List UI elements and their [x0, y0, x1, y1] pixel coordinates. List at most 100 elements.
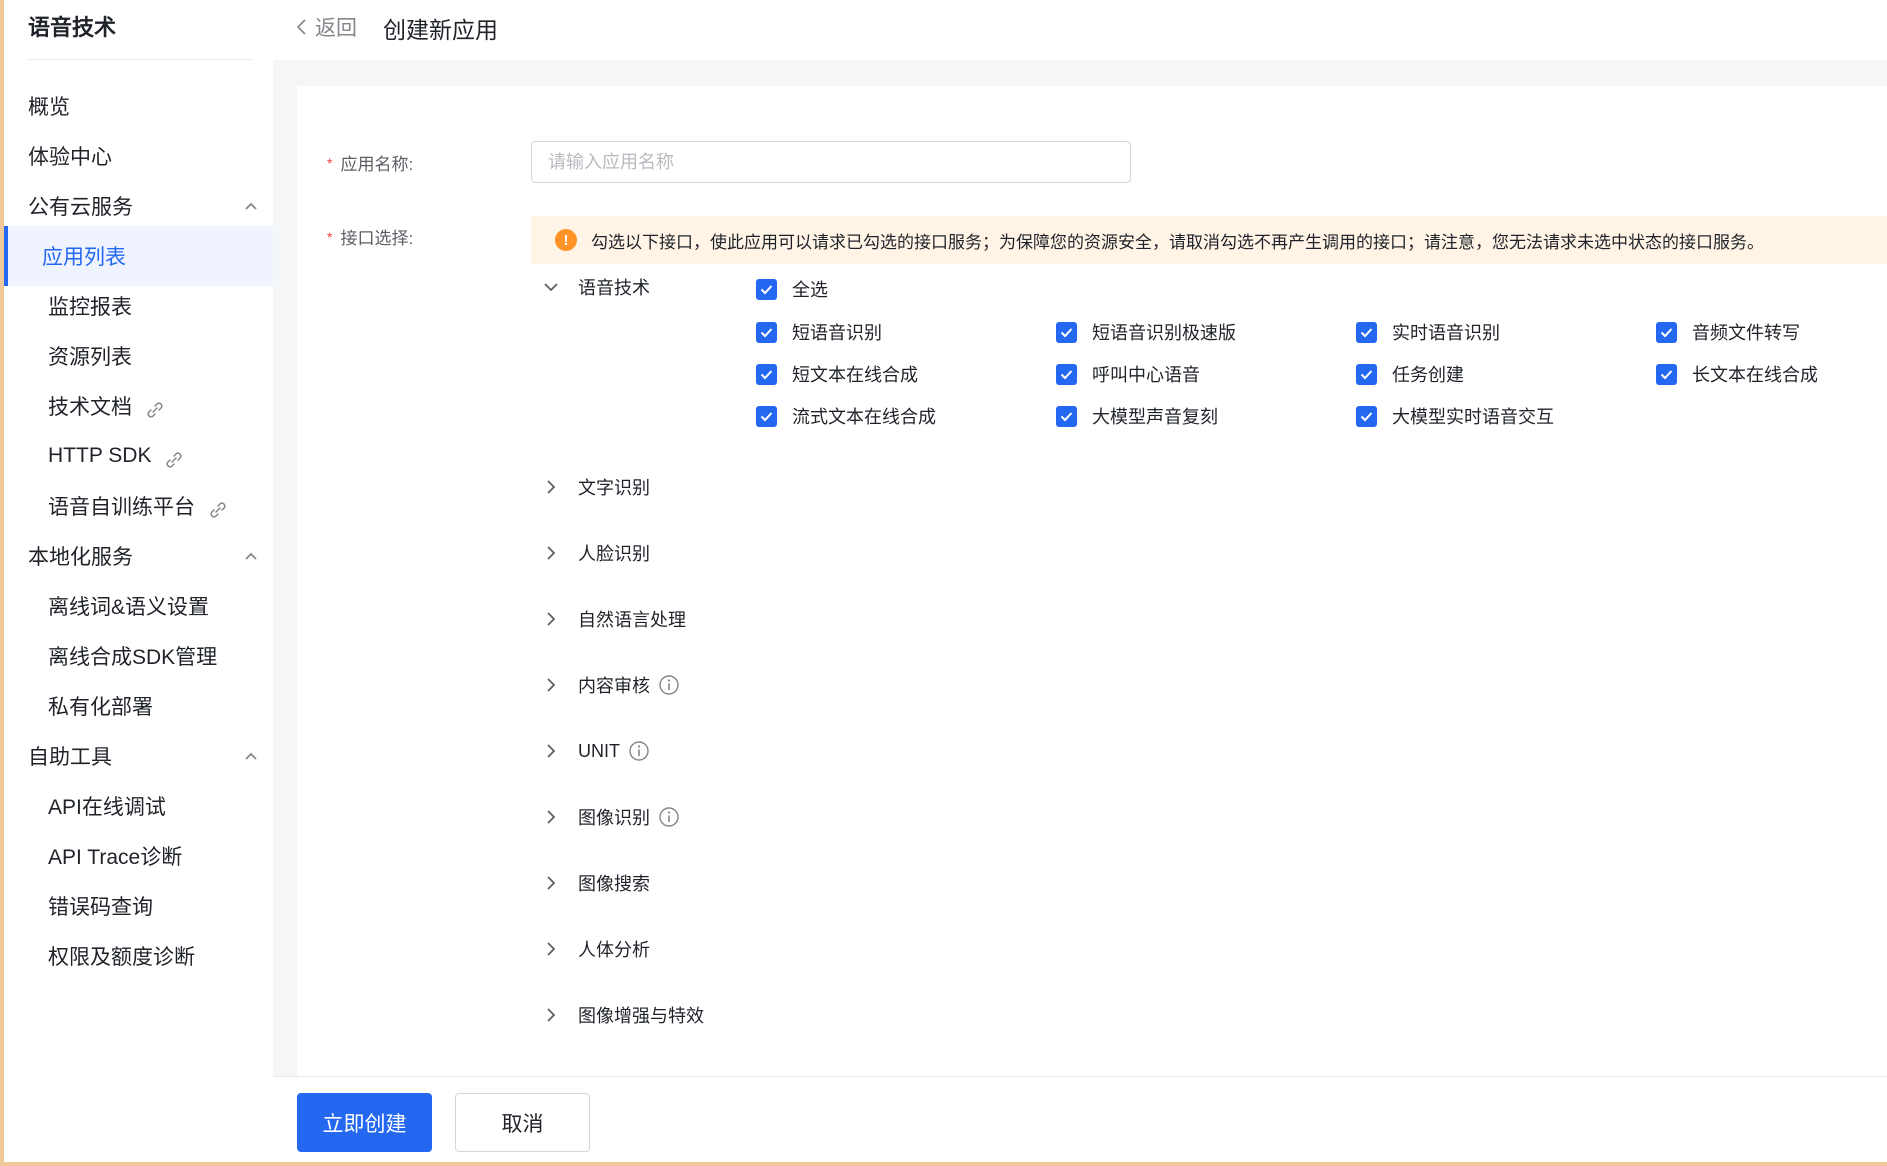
api-group-label: 内容审核: [578, 676, 650, 696]
back-link[interactable]: 返回: [295, 12, 357, 42]
api-checkbox[interactable]: 流式文本在线合成: [756, 403, 936, 429]
sidebar-item-label: 语音自训练平台: [48, 496, 195, 519]
api-group-label: 图像增强与特效: [578, 1006, 704, 1026]
checkbox-checked-icon: [1056, 321, 1077, 343]
sidebar-item-label: 私有化部署: [48, 696, 153, 719]
cancel-button[interactable]: 取消: [455, 1093, 590, 1152]
checkbox-checked-icon: [756, 405, 777, 427]
chevron-up-icon: [245, 752, 257, 760]
chevron-right-icon: [547, 612, 556, 626]
checkbox-checked-icon: [1656, 321, 1677, 343]
api-checkbox[interactable]: 大模型声音复刻: [1056, 403, 1218, 429]
checkbox-label: 长文本在线合成: [1692, 365, 1818, 385]
checkbox-label: 短文本在线合成: [792, 365, 918, 385]
chevron-right-icon: [547, 810, 556, 824]
app-name-input[interactable]: [531, 141, 1131, 183]
checkbox-label: 短语音识别: [792, 323, 882, 343]
api-checkbox[interactable]: 短语音识别: [756, 319, 882, 345]
sidebar-item-label: 体验中心: [28, 146, 112, 169]
api-group-label: 图像搜索: [578, 874, 650, 894]
api-group-label: 人体分析: [578, 940, 650, 960]
checkbox-label: 全选: [792, 280, 828, 300]
sidebar-item-label: API Trace诊断: [48, 846, 183, 869]
api-group-label: 图像识别: [578, 808, 650, 828]
sidebar-item-label: 资源列表: [48, 346, 132, 369]
chevron-right-icon: [547, 480, 556, 494]
chevron-right-icon: [547, 1008, 556, 1022]
api-checkbox[interactable]: 呼叫中心语音: [1056, 361, 1200, 387]
api-checkbox[interactable]: 大模型实时语音交互: [1356, 403, 1554, 429]
sidebar-divider: [28, 59, 252, 60]
checkbox-checked-icon: [1356, 405, 1377, 427]
footer-bar: 立即创建 取消: [273, 1076, 1887, 1166]
create-button[interactable]: 立即创建: [297, 1093, 432, 1152]
api-checkbox[interactable]: 任务创建: [1356, 361, 1464, 387]
api-checkbox[interactable]: 短文本在线合成: [756, 361, 918, 387]
checkbox-checked-icon: [1056, 363, 1077, 385]
sidebar-item-label: 应用列表: [42, 246, 126, 269]
sidebar-item-label: 权限及额度诊断: [48, 946, 195, 969]
checkbox-checked-icon: [1356, 321, 1377, 343]
api-group-label: 文字识别: [578, 478, 650, 498]
sidebar-item-label: 技术文档: [48, 396, 132, 419]
sidebar-title: 语音技术: [28, 15, 117, 40]
checkbox-checked-icon: [1056, 405, 1077, 427]
sidebar-item-label: 概览: [28, 96, 70, 119]
info-icon[interactable]: [658, 806, 680, 828]
info-icon[interactable]: [658, 674, 680, 696]
checkbox-label: 大模型实时语音交互: [1392, 407, 1554, 427]
chevron-right-icon: [547, 942, 556, 956]
checkbox-checked-icon: [1656, 363, 1677, 385]
api-checkbox[interactable]: 长文本在线合成: [1656, 361, 1818, 387]
app-name-label: * 应用名称:: [327, 150, 413, 175]
sidebar-item-label: 公有云服务: [28, 196, 133, 219]
api-group-image-search[interactable]: 图像搜索: [542, 868, 650, 898]
api-group-image-enhance[interactable]: 图像增强与特效: [542, 1000, 704, 1030]
sidebar-item-label: HTTP SDK: [48, 444, 152, 467]
checkbox-checked-icon: [756, 363, 777, 385]
sidebar-item-label: 离线词&语义设置: [48, 596, 210, 619]
api-group-speech[interactable]: 语音技术: [542, 272, 650, 302]
api-group-face[interactable]: 人脸识别: [542, 538, 650, 568]
api-group-body-analysis[interactable]: 人体分析: [542, 934, 650, 964]
api-group-unit[interactable]: UNIT: [542, 736, 650, 766]
checkbox-label: 实时语音识别: [1392, 323, 1500, 343]
api-group-label: 语音技术: [578, 278, 650, 298]
checkbox-label: 大模型声音复刻: [1092, 407, 1218, 427]
sidebar-item-quota-diagnosis[interactable]: 权限及额度诊断: [4, 926, 273, 986]
chevron-right-icon: [547, 744, 556, 758]
checkbox-checked-icon: [756, 321, 777, 343]
required-mark: *: [327, 155, 333, 171]
checkbox-label: 音频文件转写: [1692, 323, 1800, 343]
link-icon: [210, 502, 226, 518]
sidebar-item-label: 本地化服务: [28, 546, 133, 569]
form-panel: * 应用名称: * 接口选择: ! 勾选以下接口，使此应用可以请求已勾选的接口服务；…: [297, 86, 1887, 1076]
sidebar-item-label: 离线合成SDK管理: [48, 646, 218, 669]
info-icon[interactable]: [628, 740, 650, 762]
page-title: 创建新应用: [383, 17, 498, 43]
api-group-content-review[interactable]: 内容审核: [542, 670, 680, 700]
notice-banner: ! 勾选以下接口，使此应用可以请求已勾选的接口服务；为保障您的资源安全，请取消勾…: [531, 216, 1887, 264]
required-mark: *: [327, 229, 333, 245]
api-group-label: 自然语言处理: [578, 610, 686, 630]
api-select-label-text: 接口选择:: [340, 229, 414, 248]
checkbox-label: 流式文本在线合成: [792, 407, 936, 427]
api-group-ocr[interactable]: 文字识别: [542, 472, 650, 502]
checkbox-label: 短语音识别极速版: [1092, 323, 1236, 343]
checkbox-checked-icon: [1356, 363, 1377, 385]
chevron-up-icon: [245, 202, 257, 210]
api-checkbox[interactable]: 音频文件转写: [1656, 319, 1800, 345]
link-icon: [147, 402, 163, 418]
sidebar: 语音技术 概览 体验中心 公有云服务 应用列表 监控报表 资源列表 技术文档 H…: [0, 0, 273, 1166]
checkbox-checked-icon: [756, 278, 777, 300]
sidebar-item-label: 错误码查询: [48, 896, 153, 919]
sidebar-item-label: 自助工具: [28, 746, 112, 769]
api-checkbox[interactable]: 短语音识别极速版: [1056, 319, 1236, 345]
api-checkbox[interactable]: 实时语音识别: [1356, 319, 1500, 345]
chevron-left-icon: [296, 19, 306, 35]
select-all-checkbox[interactable]: 全选: [756, 276, 828, 302]
api-group-image-recognition[interactable]: 图像识别: [542, 802, 680, 832]
api-group-nlp[interactable]: 自然语言处理: [542, 604, 686, 634]
api-group-label: UNIT: [578, 740, 620, 761]
chevron-up-icon: [245, 552, 257, 560]
